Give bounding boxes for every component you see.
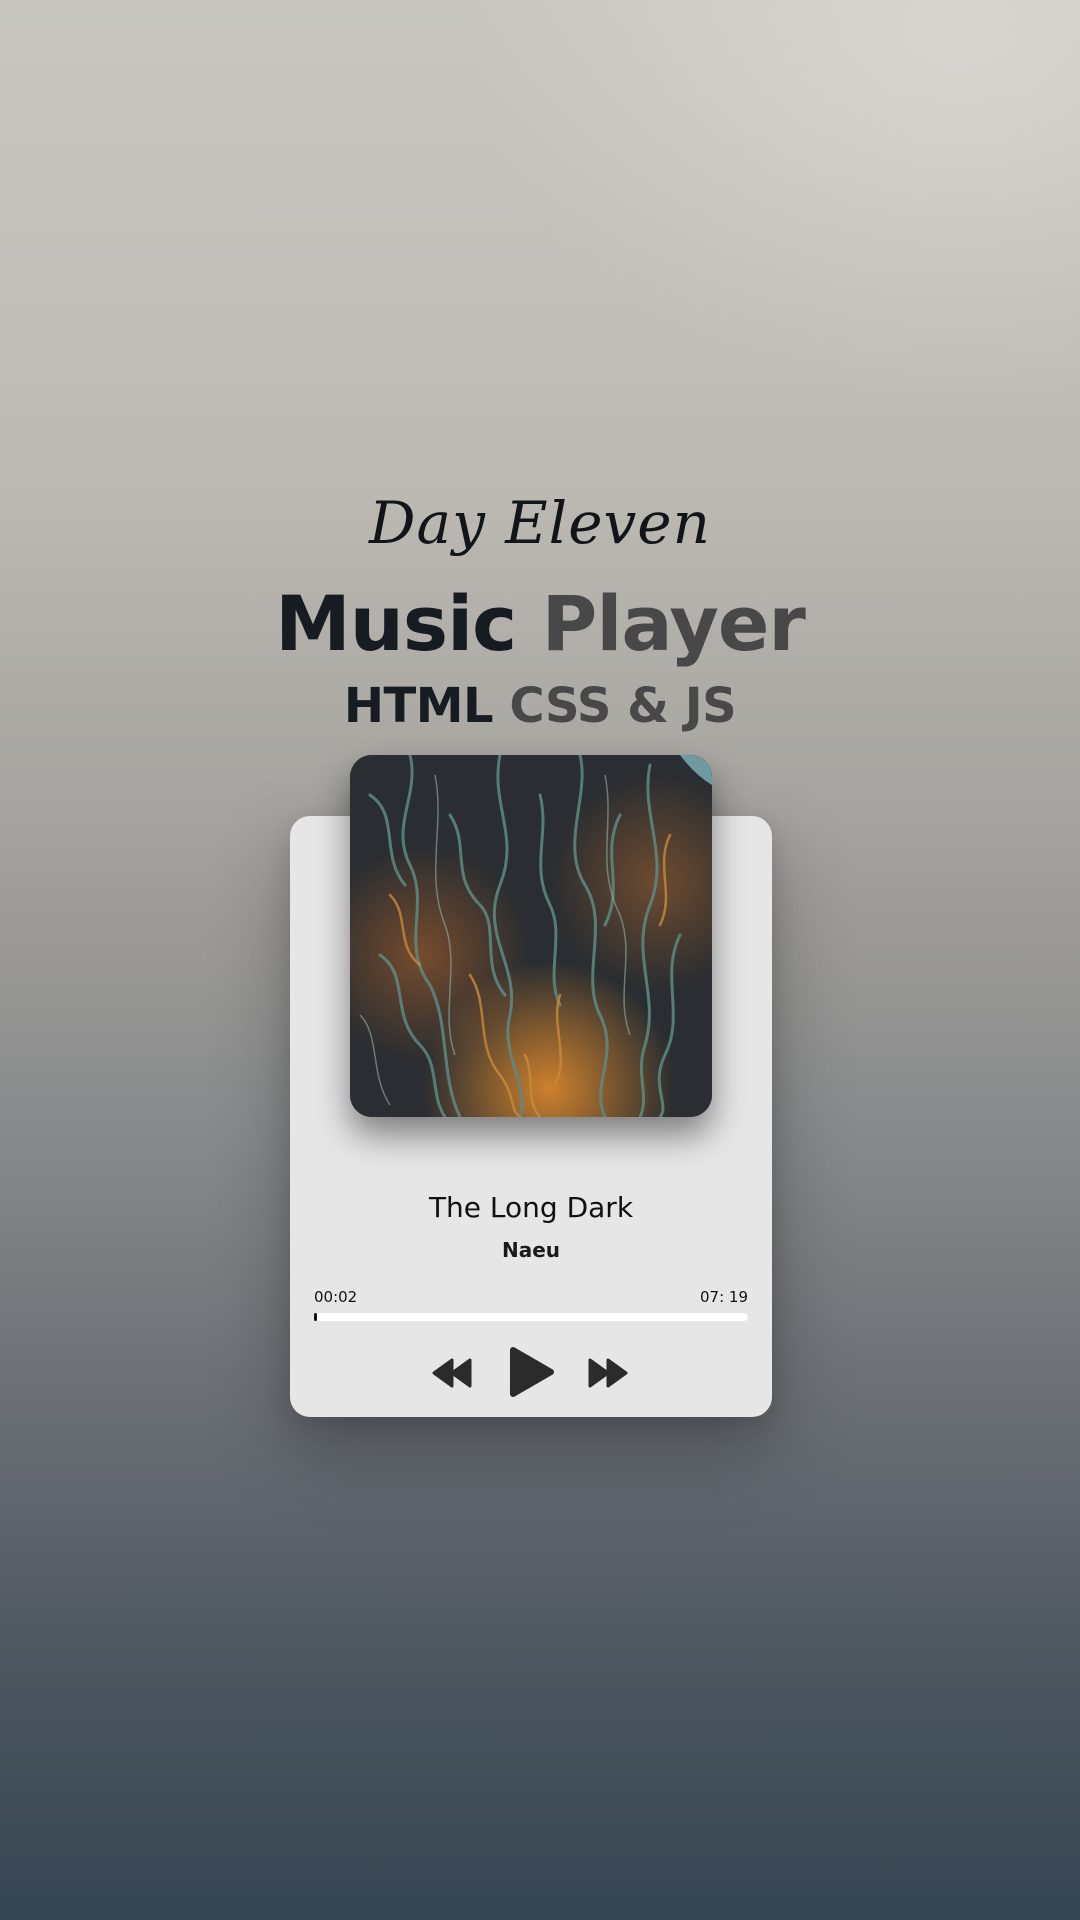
title-part-music: Music [275, 579, 517, 668]
progress-bar[interactable] [314, 1313, 748, 1321]
page-subtitle: HTML CSS & JS [0, 676, 1080, 736]
album-art-icon [350, 755, 712, 1117]
track-artist: Naeu [501, 1238, 561, 1262]
progress-fill [314, 1313, 317, 1321]
current-time: 00:02 [314, 1288, 358, 1306]
play-icon[interactable] [507, 1346, 555, 1398]
rewind-icon[interactable] [432, 1358, 472, 1388]
album-cover-image [350, 755, 712, 1117]
subtitle-part-html: HTML [343, 678, 494, 734]
track-title: The Long Dark [428, 1191, 634, 1224]
subtitle-part-css-js: CSS & JS [509, 678, 737, 734]
playback-controls [290, 1346, 772, 1406]
title-part-player: Player [541, 579, 806, 668]
fast-forward-icon[interactable] [588, 1358, 628, 1388]
page-title: Music Player [0, 578, 1080, 670]
total-time: 07: 19 [700, 1288, 748, 1306]
day-label: Day Eleven [369, 489, 711, 557]
